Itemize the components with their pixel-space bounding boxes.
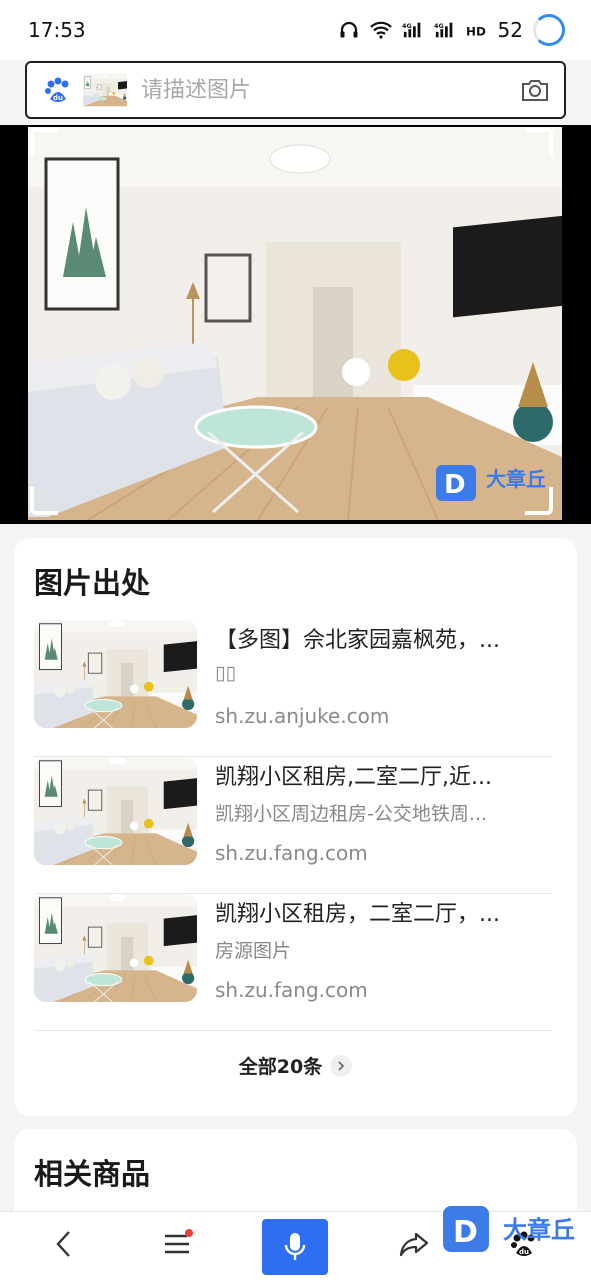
notification-dot (185, 1229, 193, 1237)
source-thumbnail[interactable] (34, 757, 197, 865)
watermark-logo: D (443, 1206, 489, 1252)
microphone-icon (284, 1233, 306, 1260)
source-list-item[interactable]: 凯翔小区租房，二室二厅，... 房源图片 sh.zu.fang.com (34, 894, 552, 1031)
battery-level: 52 (497, 18, 523, 42)
watermark-overlay: D 大章丘 (441, 1204, 591, 1256)
crop-handle-top-left[interactable] (30, 128, 58, 156)
voice-search-button[interactable] (262, 1219, 328, 1275)
view-all-button[interactable]: 全部20条 (14, 1052, 577, 1079)
source-url[interactable]: sh.zu.fang.com (215, 978, 368, 1002)
image-search-bar[interactable]: du (25, 61, 566, 119)
source-title[interactable]: 凯翔小区租房,二室二厅,近... (215, 759, 550, 791)
signal-4g-icon: 4G (402, 21, 424, 39)
battery-ring-icon (533, 14, 565, 46)
search-input[interactable] (141, 77, 520, 103)
svg-text:D: D (444, 470, 466, 500)
svg-text:4G: 4G (402, 22, 412, 30)
menu-icon[interactable] (157, 1224, 197, 1264)
svg-text:D: D (453, 1215, 478, 1250)
status-time: 17:53 (28, 18, 86, 42)
source-subtitle: 房源图片 (215, 940, 292, 962)
back-icon[interactable] (44, 1224, 84, 1264)
source-thumbnail[interactable] (34, 620, 197, 728)
source-url[interactable]: sh.zu.anjuke.com (215, 704, 389, 728)
svg-text:4G: 4G (434, 22, 444, 30)
crop-handle-bottom-left[interactable] (30, 487, 58, 515)
source-subtitle: ▯▯ (215, 662, 236, 684)
headphones-icon (338, 21, 360, 39)
searched-image: D 大章丘 (28, 127, 562, 520)
image-crop-viewer[interactable]: D 大章丘 (0, 125, 591, 524)
svg-text:du: du (53, 94, 63, 102)
section-heading: 图片出处 (34, 566, 151, 600)
baidu-paw-icon: du (43, 75, 73, 105)
hd-icon: HD (466, 21, 488, 39)
source-list-item[interactable]: 凯翔小区租房,二室二厅,近... 凯翔小区周边租房-公交地铁周... sh.zu… (34, 757, 552, 894)
camera-icon[interactable] (520, 76, 550, 104)
source-thumbnail[interactable] (34, 894, 197, 1002)
source-title[interactable]: 【多图】佘北家园嘉枫苑，... (215, 622, 550, 654)
chevron-right-icon (330, 1054, 353, 1077)
image-source-card: 图片出处 【多图】佘北家园嘉枫苑，... ▯▯ sh.zu.anjuke.com… (14, 538, 577, 1116)
wifi-icon (369, 21, 392, 39)
source-subtitle: 凯翔小区周边租房-公交地铁周... (215, 803, 487, 825)
source-url[interactable]: sh.zu.fang.com (215, 841, 368, 865)
source-title[interactable]: 凯翔小区租房，二室二厅，... (215, 896, 550, 928)
watermark-text: 大章丘 (503, 1216, 575, 1244)
signal-4g-icon: 4G (434, 21, 456, 39)
source-list-item[interactable]: 【多图】佘北家园嘉枫苑，... ▯▯ sh.zu.anjuke.com (34, 620, 552, 757)
svg-text:HD: HD (466, 25, 486, 39)
share-icon[interactable] (394, 1224, 434, 1264)
crop-handle-top-right[interactable] (525, 128, 553, 156)
status-bar: 17:53 4G 4G HD 52 (0, 0, 591, 60)
query-image-thumbnail[interactable] (83, 68, 127, 112)
crop-handle-bottom-right[interactable] (525, 487, 553, 515)
section-heading: 相关商品 (34, 1157, 151, 1191)
view-all-label: 全部20条 (238, 1056, 323, 1078)
